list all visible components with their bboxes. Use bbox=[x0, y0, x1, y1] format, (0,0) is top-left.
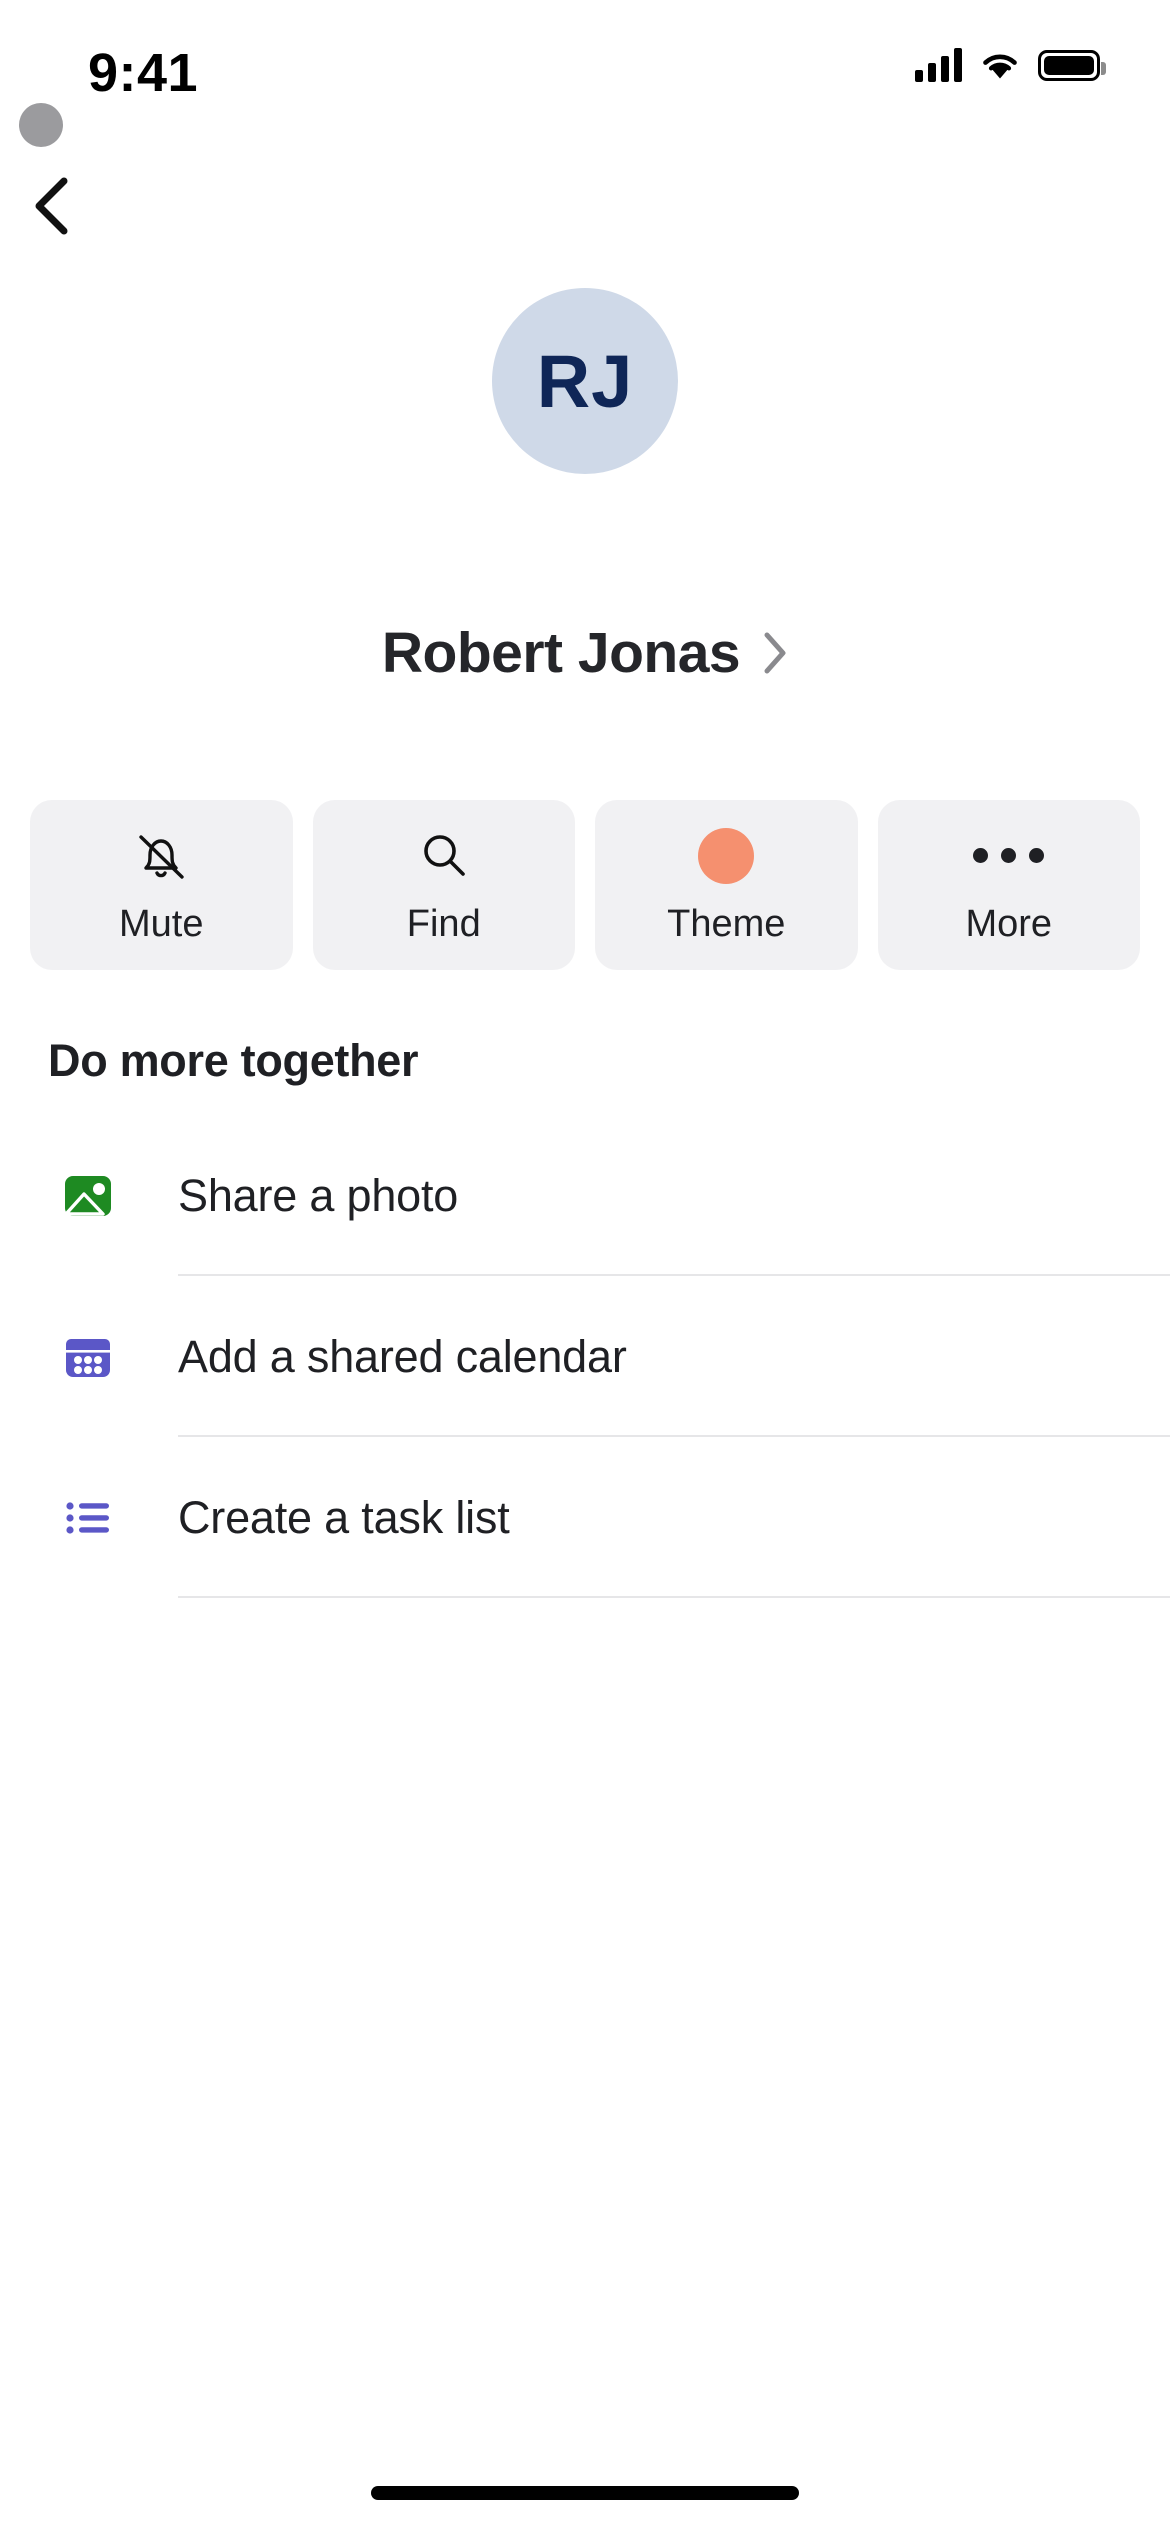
more-label: More bbox=[965, 902, 1053, 945]
status-bar-time: 9:41 bbox=[88, 43, 199, 103]
wifi-icon bbox=[979, 49, 1021, 81]
find-button[interactable]: Find bbox=[312, 800, 575, 970]
color-swatch-icon bbox=[698, 825, 755, 887]
home-indicator[interactable] bbox=[371, 2486, 799, 2500]
mute-label: Mute bbox=[119, 902, 204, 945]
theme-label: Theme bbox=[667, 902, 786, 945]
calendar-icon bbox=[48, 1326, 128, 1388]
list-item-label: Add a shared calendar bbox=[178, 1330, 627, 1382]
photo-icon bbox=[48, 1165, 128, 1227]
mute-button[interactable]: Mute bbox=[30, 800, 293, 970]
section-heading: Do more together bbox=[48, 1035, 419, 1086]
more-button[interactable]: More bbox=[877, 800, 1140, 970]
conversation-details-screen: 9:41 RJ Robert Jonas Mute Find Theme Mor… bbox=[0, 0, 1170, 2532]
theme-button[interactable]: Theme bbox=[595, 800, 858, 970]
task-list-icon bbox=[48, 1487, 128, 1549]
ellipsis-icon bbox=[973, 825, 1045, 887]
back-button[interactable] bbox=[8, 103, 94, 249]
list-item-label: Create a task list bbox=[178, 1491, 510, 1543]
list-item-label: Share a photo bbox=[178, 1169, 459, 1221]
chevron-left-icon bbox=[35, 177, 68, 235]
do-more-together-list: Share a photo Add a shared calendar Crea… bbox=[0, 1115, 1170, 1598]
avatar-initials: RJ bbox=[536, 339, 634, 423]
page-title: Robert Jonas bbox=[381, 621, 741, 685]
battery-full-icon bbox=[1038, 49, 1106, 81]
search-icon bbox=[413, 825, 475, 887]
chevron-right-icon bbox=[764, 632, 786, 674]
status-bar-indicators bbox=[915, 48, 1106, 82]
divider bbox=[178, 1596, 1170, 1598]
status-bar: 9:41 bbox=[0, 0, 1170, 145]
list-item[interactable]: Create a task list bbox=[0, 1437, 1170, 1598]
cursor-dot bbox=[19, 103, 63, 147]
avatar[interactable]: RJ bbox=[492, 288, 678, 474]
cellular-signal-icon bbox=[915, 48, 962, 82]
profile-name-row[interactable]: Robert Jonas bbox=[0, 620, 1170, 686]
find-label: Find bbox=[406, 902, 481, 945]
list-item[interactable]: Share a photo bbox=[0, 1115, 1170, 1276]
quick-actions: Mute Find Theme More bbox=[30, 800, 1140, 970]
navigation-bar bbox=[0, 103, 1170, 260]
list-item[interactable]: Add a shared calendar bbox=[0, 1276, 1170, 1437]
bell-slash-icon bbox=[130, 825, 192, 887]
